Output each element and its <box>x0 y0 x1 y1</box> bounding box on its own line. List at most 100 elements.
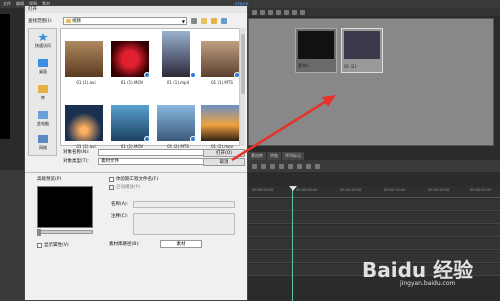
tool-icon[interactable] <box>252 9 257 15</box>
preview-label: 高级预览(P) <box>37 177 62 182</box>
tool-icon[interactable] <box>300 9 305 15</box>
playhead-line <box>292 186 293 301</box>
back-icon[interactable] <box>191 18 197 24</box>
timeline-ruler[interactable]: 00:00:00:00 00:00:05:00 00:00:10:00 00:0… <box>248 186 500 198</box>
timeline-track[interactable] <box>248 212 500 224</box>
file-thumbnail <box>65 41 103 77</box>
timeline-track[interactable] <box>248 225 500 237</box>
slider-knob[interactable] <box>37 229 41 236</box>
tool-icon[interactable] <box>288 163 293 169</box>
bin-tabs: 素材库 特效 序列标记 <box>248 152 348 160</box>
tool-icon[interactable] <box>252 163 257 169</box>
tool-icon[interactable] <box>260 9 265 15</box>
new-folder-icon[interactable] <box>211 18 217 24</box>
place-desktop[interactable]: 桌面 <box>31 59 55 75</box>
cancel-button[interactable]: 取消 <box>203 158 245 166</box>
filename-input[interactable] <box>98 149 218 156</box>
tool-icon[interactable] <box>268 9 273 15</box>
clip-thumbnail <box>298 31 334 59</box>
video-badge-icon <box>144 72 150 78</box>
checkbox-icon <box>109 184 114 190</box>
asset-bin: 素材1 01 (2) <box>248 18 494 146</box>
file-item[interactable]: 01 (2).avi <box>65 105 107 155</box>
up-folder-icon[interactable] <box>201 18 207 24</box>
look-in-label: 查找范围(I): <box>28 19 53 24</box>
file-item[interactable]: 01 (1).MTS <box>201 41 243 91</box>
watermark-url: jingyan.baidu.com <box>400 280 456 287</box>
checkbox-label: 启动播放(P) <box>116 185 141 190</box>
file-item[interactable]: 01 (1).avi <box>65 41 107 91</box>
track-headers <box>0 170 25 301</box>
file-thumbnail <box>111 105 149 141</box>
tab-effects[interactable]: 特效 <box>267 152 281 160</box>
note-label: 注释(C): <box>111 214 129 219</box>
playhead-handle[interactable] <box>289 186 297 191</box>
bin-clip-selected[interactable]: 01 (2) <box>341 28 383 73</box>
name-field[interactable] <box>133 201 235 208</box>
file-thumbnail <box>162 31 190 77</box>
timeline-track[interactable] <box>248 238 500 250</box>
open-button[interactable]: 打开(O) <box>203 149 245 157</box>
file-item[interactable]: 01 (2).MOV <box>111 105 153 155</box>
place-label: 库 <box>41 95 45 100</box>
tick-label: 00:00:25:00 <box>470 188 492 192</box>
preview-pane <box>37 186 93 228</box>
option-checkbox[interactable]: 体验期工程文件名(F) <box>109 176 158 182</box>
show-properties-checkbox[interactable]: 显示属性(V) <box>37 242 69 248</box>
look-in-dropdown[interactable]: 视频 ▼ <box>63 17 187 25</box>
menu-item[interactable]: 文件 <box>3 1 11 7</box>
watermark-logo: Baidu 经验 <box>362 258 474 282</box>
tool-icon[interactable] <box>270 163 275 169</box>
menu-item[interactable]: 编辑 <box>16 1 24 7</box>
view-menu-icon[interactable] <box>221 18 227 24</box>
library-icon <box>38 85 48 93</box>
file-thumbnail <box>201 41 239 77</box>
file-list-scrollbar[interactable] <box>239 28 245 146</box>
tool-icon[interactable] <box>279 163 284 169</box>
place-label: 此电脑 <box>37 121 49 126</box>
note-field[interactable] <box>133 213 235 235</box>
bin-clip[interactable]: 素材1 <box>295 28 337 73</box>
place-label: 桌面 <box>39 69 47 74</box>
places-bar: 快速访问 桌面 库 此电脑 网络 <box>28 28 57 156</box>
chevron-down-icon: ▼ <box>181 19 185 24</box>
preview-slider[interactable] <box>37 229 93 236</box>
bin-path-label: 素材库路径(B): <box>109 242 140 247</box>
place-library[interactable]: 库 <box>31 85 55 101</box>
tick-label: 00:00:20:00 <box>428 188 450 192</box>
option-checkbox-disabled: 启动播放(P) <box>109 184 140 190</box>
tool-icon[interactable] <box>292 9 297 15</box>
file-name: 01 (1).MTS <box>211 80 233 85</box>
tab-markers[interactable]: 序列标记 <box>282 152 304 160</box>
file-item[interactable]: 01 (2).mov <box>201 105 243 155</box>
bin-path-button[interactable]: 素材 <box>160 240 202 248</box>
file-name: 01 (1).mp4 <box>166 80 190 85</box>
place-network[interactable]: 网络 <box>31 135 55 151</box>
checkbox-icon <box>37 242 42 248</box>
tab-bin[interactable]: 素材库 <box>248 152 266 160</box>
desktop-icon <box>38 59 48 67</box>
star-icon <box>38 33 48 41</box>
file-thumbnail <box>201 105 239 141</box>
clip-label: 素材1 <box>298 63 309 68</box>
file-item[interactable]: 01 (1).mp4 <box>157 31 199 85</box>
tick-label: 00:00:10:00 <box>340 188 362 192</box>
file-item[interactable]: 01 (1).MOV <box>111 41 153 91</box>
filetype-select[interactable]: 素材文件 <box>98 158 218 165</box>
tool-icon[interactable] <box>261 163 266 169</box>
tool-icon[interactable] <box>284 9 289 15</box>
tool-icon[interactable] <box>276 9 281 15</box>
checkbox-label: 显示属性(V) <box>44 243 69 248</box>
file-thumbnail <box>65 105 103 141</box>
tool-icon[interactable] <box>297 163 302 169</box>
place-quick-access[interactable]: 快速访问 <box>31 33 55 49</box>
scrollbar-thumb[interactable] <box>241 34 245 94</box>
file-item[interactable]: 01 (2).MTS <box>157 105 199 155</box>
tick-label: 00:00:05:00 <box>296 188 318 192</box>
tool-icon[interactable] <box>315 163 320 169</box>
file-name: 01 (1).MOV <box>120 80 144 85</box>
place-label: 网络 <box>39 145 47 150</box>
tool-icon[interactable] <box>306 163 311 169</box>
timeline-track[interactable] <box>248 199 500 211</box>
place-this-pc[interactable]: 此电脑 <box>31 111 55 127</box>
